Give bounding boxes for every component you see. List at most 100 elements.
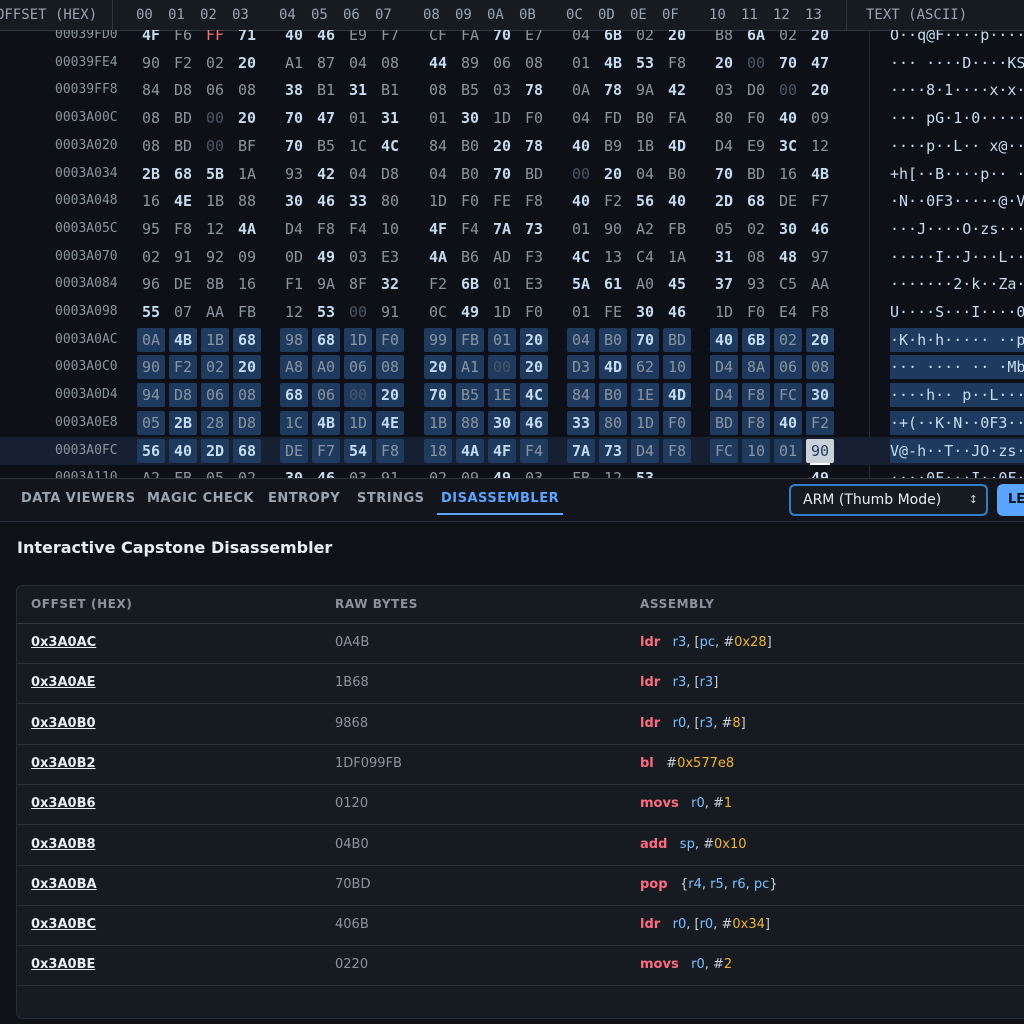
hex-byte[interactable]: FC: [710, 438, 738, 463]
hex-byte[interactable]: 00: [567, 162, 595, 186]
hex-byte[interactable]: 40: [710, 327, 738, 352]
hex-byte[interactable]: 04: [344, 51, 372, 75]
hex-byte[interactable]: 06: [201, 383, 229, 408]
hex-byte[interactable]: 33: [567, 410, 595, 435]
hex-byte[interactable]: 20: [233, 355, 261, 380]
hex-byte[interactable]: 03: [488, 78, 516, 102]
hex-byte[interactable]: 0A: [567, 78, 595, 102]
hex-byte[interactable]: 1C: [344, 134, 372, 158]
hex-byte[interactable]: 08: [520, 51, 548, 75]
hex-byte[interactable]: 32: [376, 272, 404, 296]
hex-byte[interactable]: FE: [488, 189, 516, 213]
hex-byte[interactable]: 4E: [376, 410, 404, 435]
hex-byte[interactable]: 16: [233, 272, 261, 296]
hex-byte[interactable]: 40: [169, 438, 197, 463]
hex-byte[interactable]: 18: [424, 438, 452, 463]
hex-byte[interactable]: 6B: [599, 30, 627, 47]
hex-byte[interactable]: 04: [424, 162, 452, 186]
hex-byte[interactable]: 61: [599, 272, 627, 296]
hex-byte[interactable]: B8: [710, 30, 738, 47]
hex-byte[interactable]: 00: [488, 355, 516, 380]
hex-byte[interactable]: F6: [169, 30, 197, 47]
offset-link[interactable]: 0x3A0BC: [31, 905, 96, 945]
hex-byte[interactable]: 46: [520, 410, 548, 435]
hex-byte[interactable]: F0: [742, 106, 770, 130]
hex-byte[interactable]: 70: [488, 30, 516, 47]
hex-byte[interactable]: 02: [742, 217, 770, 241]
offset-link[interactable]: 0x3A0B8: [31, 825, 96, 865]
hex-row[interactable]: 0003A0AC 0A 4B 1B 68 98 68 1D F0 99 FB 01 20 04 B0 70 BD…: [0, 326, 1024, 354]
ascii-text[interactable]: ··· ····D····KS· pG: [890, 51, 1024, 75]
hex-byte[interactable]: 53: [631, 466, 659, 478]
hex-byte[interactable]: D8: [376, 162, 404, 186]
hex-byte[interactable]: 08: [233, 383, 261, 408]
table-row[interactable]: 0x3A0B0 9868 ldr r0, [r3, #8]: [17, 704, 1024, 745]
hex-row[interactable]: 0003A0C0 90 F2 02 20 A8 A0 06 08 20 A1 00 20 D3 4D 62 10…: [0, 353, 1024, 381]
hex-byte[interactable]: 20: [806, 78, 834, 102]
hex-byte[interactable]: 02: [201, 51, 229, 75]
hex-byte[interactable]: FB: [567, 466, 595, 478]
hex-rows[interactable]: 00039FD0 4F F6 FF 71 40 46 E9 F7 CF FA 70 E7 04 6B 02 20…: [0, 30, 1024, 478]
hex-byte[interactable]: 70: [280, 134, 308, 158]
hex-byte[interactable]: A0: [631, 272, 659, 296]
hex-byte[interactable]: B9: [599, 134, 627, 158]
hex-byte[interactable]: F8: [663, 51, 691, 75]
hex-byte[interactable]: 03: [344, 466, 372, 478]
hex-byte[interactable]: FF: [201, 30, 229, 47]
hex-byte[interactable]: 91: [169, 245, 197, 269]
hex-byte[interactable]: F8: [742, 383, 770, 408]
hex-byte[interactable]: 1D: [631, 410, 659, 435]
table-row[interactable]: 0x3A0B2 1DF099FB bl #0x577e8: [17, 744, 1024, 785]
hex-byte[interactable]: 04: [567, 106, 595, 130]
hex-byte[interactable]: 02: [201, 355, 229, 380]
hex-byte[interactable]: 97: [806, 245, 834, 269]
hex-byte[interactable]: 4D: [663, 134, 691, 158]
table-row[interactable]: 0x3A0BA 70BD pop {r4, r5, r6, pc}: [17, 865, 1024, 906]
hex-byte[interactable]: D8: [169, 78, 197, 102]
hex-byte[interactable]: 1E: [631, 383, 659, 408]
hex-byte[interactable]: D8: [169, 383, 197, 408]
hex-byte[interactable]: 08: [233, 78, 261, 102]
hex-byte[interactable]: 1D: [344, 327, 372, 352]
hex-byte[interactable]: 31: [376, 106, 404, 130]
endianness-button[interactable]: LE: [997, 484, 1024, 516]
hex-byte[interactable]: BD: [169, 134, 197, 158]
hex-row[interactable]: 0003A098 55 07 AA FB 12 53 00 91 0C 49 1D F0 01 FE 30 46…: [0, 298, 1024, 326]
hex-byte[interactable]: 1D: [344, 410, 372, 435]
hex-byte[interactable]: 00: [201, 134, 229, 158]
hex-byte[interactable]: 2B: [169, 410, 197, 435]
hex-byte[interactable]: 91: [376, 466, 404, 478]
hex-byte[interactable]: 08: [137, 134, 165, 158]
hex-byte[interactable]: [774, 466, 802, 478]
hex-byte[interactable]: 13: [599, 245, 627, 269]
hex-byte[interactable]: 2B: [137, 162, 165, 186]
hex-byte[interactable]: F2: [806, 410, 834, 435]
hex-byte[interactable]: B0: [456, 162, 484, 186]
hex-byte[interactable]: B5: [456, 383, 484, 408]
hex-byte[interactable]: BD: [710, 410, 738, 435]
hex-byte[interactable]: F0: [742, 300, 770, 324]
hex-byte[interactable]: 02: [424, 466, 452, 478]
hex-byte[interactable]: D3: [567, 355, 595, 380]
hex-byte[interactable]: 30: [631, 300, 659, 324]
hex-byte[interactable]: 01: [567, 217, 595, 241]
ascii-text[interactable]: ··· ···· ·· ·Mb·····: [890, 355, 1024, 380]
hex-byte[interactable]: A1: [280, 51, 308, 75]
hex-byte[interactable]: 30: [456, 106, 484, 130]
hex-byte[interactable]: 30: [280, 466, 308, 478]
table-row[interactable]: 0x3A0B8 04B0 add sp, #0x10: [17, 825, 1024, 866]
hex-byte[interactable]: 12: [599, 466, 627, 478]
hex-byte[interactable]: BD: [169, 106, 197, 130]
hex-byte[interactable]: 45: [663, 272, 691, 296]
hex-byte[interactable]: 49: [488, 466, 516, 478]
hex-byte[interactable]: 98: [280, 327, 308, 352]
hex-byte[interactable]: 90: [137, 355, 165, 380]
ascii-text[interactable]: ····p··L·· x@··M··<·: [890, 134, 1024, 158]
hex-byte[interactable]: 55: [137, 300, 165, 324]
hex-byte[interactable]: 92: [201, 245, 229, 269]
hex-byte[interactable]: F4: [520, 438, 548, 463]
hex-byte[interactable]: 06: [344, 355, 372, 380]
hex-byte[interactable]: A8: [280, 355, 308, 380]
hex-byte[interactable]: 4E: [169, 189, 197, 213]
hex-byte[interactable]: 4F: [488, 438, 516, 463]
